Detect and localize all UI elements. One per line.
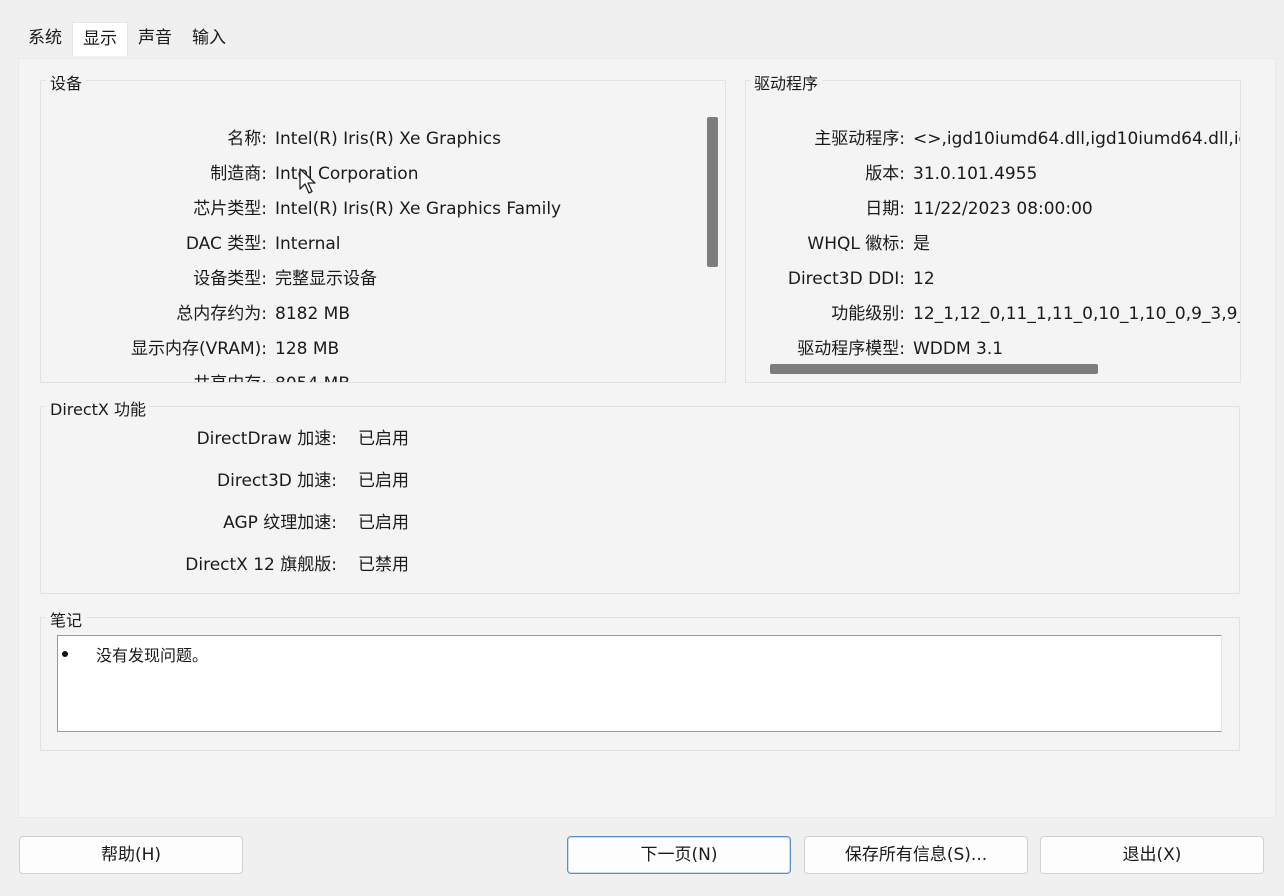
device-scrollbar-thumb[interactable] (707, 117, 718, 267)
driver-value: 是 (913, 234, 930, 254)
help-button[interactable]: 帮助(H) (19, 836, 243, 874)
device-row-chip-type: 芯片类型: Intel(R) Iris(R) Xe Graphics Famil… (44, 194, 561, 224)
device-key: 共享内存: (44, 369, 267, 382)
device-row-name: 名称: Intel(R) Iris(R) Xe Graphics (44, 124, 501, 154)
driver-key: 功能级别: (831, 304, 905, 324)
directx-key: Direct3D 加速: (217, 471, 337, 491)
device-value: 8182 MB (275, 304, 350, 324)
driver-row-date: 日期: 11/22/2023 08:00:00 (748, 194, 1093, 224)
device-value: Intel(R) Iris(R) Xe Graphics Family (275, 199, 562, 219)
exit-button[interactable]: 退出(X) (1040, 836, 1264, 874)
device-key: 设备类型: (193, 269, 267, 289)
driver-row-whql: WHQL 徽标: 是 (748, 229, 930, 259)
driver-value: WDDM 3.1 (913, 339, 1004, 359)
directx-group-title: DirectX 功能 (46, 396, 150, 420)
driver-row-main-driver: 主驱动程序: <>,igd10iumd64.dll,igd10iumd64.dl… (748, 124, 1240, 154)
device-key: 显示内存(VRAM): (130, 339, 267, 359)
device-row-manufacturer: 制造商: Intel Corporation (44, 159, 418, 189)
next-page-button[interactable]: 下一页(N) (567, 836, 791, 874)
driver-value: 31.0.101.4955 (913, 164, 1038, 184)
device-value: Intel Corporation (275, 164, 419, 184)
device-value: 128 MB (275, 339, 340, 359)
device-row-vram: 显示内存(VRAM): 128 MB (44, 334, 339, 364)
note-text: 没有发现问题。 (96, 646, 209, 665)
device-value: 完整显示设备 (275, 269, 377, 289)
directx-row-direct3d: Direct3D 加速: 已启用 (40, 466, 409, 496)
device-key: 总内存约为: (176, 304, 267, 324)
driver-key: 版本: (865, 164, 905, 184)
driver-key: 主驱动程序: (814, 129, 905, 149)
driver-key: 日期: (865, 199, 905, 219)
device-row-device-type: 设备类型: 完整显示设备 (44, 264, 377, 294)
save-all-info-button[interactable]: 保存所有信息(S)... (804, 836, 1028, 874)
tab-input[interactable]: 输入 (182, 22, 236, 56)
directx-row-dx12-ultimate: DirectX 12 旗舰版: 已禁用 (40, 550, 409, 580)
directx-key: DirectDraw 加速: (196, 429, 337, 449)
device-value: 8054 MB (267, 369, 350, 382)
device-key: 名称: (227, 129, 267, 149)
driver-info-list[interactable]: 主驱动程序: <>,igd10iumd64.dll,igd10iumd64.dl… (748, 92, 1240, 362)
driver-row-d3d-ddi: Direct3D DDI: 12 (748, 264, 935, 294)
tab-display[interactable]: 显示 (72, 22, 128, 56)
driver-value: 12 (913, 269, 935, 289)
directx-value: 已启用 (358, 513, 409, 533)
directx-key: AGP 纹理加速: (223, 513, 337, 533)
directx-value: 已启用 (358, 471, 409, 491)
directx-key: DirectX 12 旗舰版: (185, 555, 337, 575)
driver-scrollbar-thumb[interactable] (770, 364, 1098, 374)
driver-key: Direct3D DDI: (787, 269, 905, 289)
directx-value: 已启用 (358, 429, 409, 449)
tab-system[interactable]: 系统 (18, 22, 72, 56)
mouse-pointer-icon (299, 168, 316, 194)
device-info-list[interactable]: 名称: Intel(R) Iris(R) Xe Graphics 制造商: In… (44, 92, 704, 382)
notes-group-title: 笔记 (46, 607, 87, 631)
directx-row-directdraw: DirectDraw 加速: 已启用 (40, 424, 409, 454)
note-item: 没有发现问题。 (58, 642, 208, 666)
driver-group-title: 驱动程序 (750, 70, 823, 94)
driver-key: WHQL 徽标: (807, 234, 905, 254)
device-row-total-memory: 总内存约为: 8182 MB (44, 299, 350, 329)
driver-value: <>,igd10iumd64.dll,igd10iumd64.dll,igd12… (913, 129, 1240, 149)
device-key: 制造商: (210, 164, 267, 184)
device-key: DAC 类型: (185, 234, 267, 254)
driver-key: 驱动程序模型: (797, 339, 905, 359)
directx-value: 已禁用 (358, 555, 409, 575)
device-group-title: 设备 (46, 70, 87, 94)
tab-sound[interactable]: 声音 (128, 22, 182, 56)
driver-row-version: 版本: 31.0.101.4955 (748, 159, 1037, 189)
notes-textbox[interactable]: 没有发现问题。 (57, 635, 1222, 732)
driver-row-driver-model: 驱动程序模型: WDDM 3.1 (748, 334, 1003, 362)
tab-bar: 系统 显示 声音 输入 (18, 22, 236, 56)
driver-value: 12_1,12_0,11_1,11_0,10_1,10_0,9_3,9_2,9_… (913, 304, 1240, 324)
driver-value: 11/22/2023 08:00:00 (913, 199, 1093, 219)
bullet-icon (62, 651, 68, 657)
device-value: Intel(R) Iris(R) Xe Graphics (275, 129, 501, 149)
device-row-shared-memory: 共享内存: 8054 MB (44, 369, 350, 382)
directx-row-agp: AGP 纹理加速: 已启用 (40, 508, 409, 538)
device-value: Internal (275, 234, 341, 254)
device-key: 芯片类型: (193, 199, 267, 219)
device-row-dac-type: DAC 类型: Internal (44, 229, 341, 259)
driver-row-feature-levels: 功能级别: 12_1,12_0,11_1,11_0,10_1,10_0,9_3,… (748, 299, 1240, 329)
